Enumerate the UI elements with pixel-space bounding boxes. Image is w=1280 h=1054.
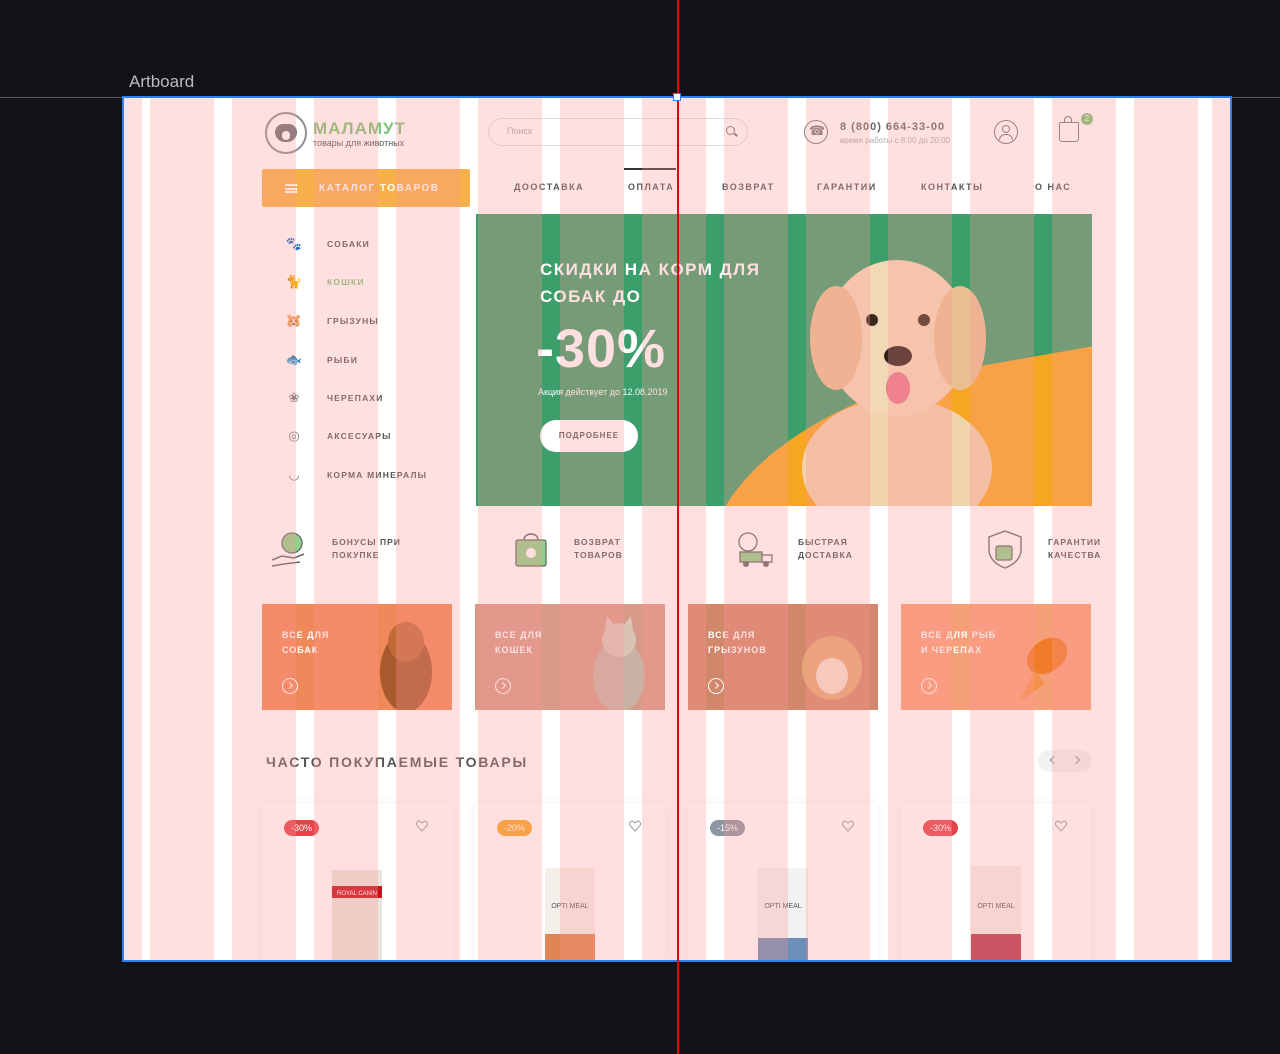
grid-column: [150, 98, 214, 960]
grid-column: [970, 98, 1034, 960]
grid-column: [724, 98, 788, 960]
grid-column: [642, 98, 706, 960]
grid-column: [396, 98, 460, 960]
grid-column: [314, 98, 378, 960]
grid-column: [806, 98, 870, 960]
selection-handle[interactable]: [673, 93, 681, 101]
grid-column: [1134, 98, 1198, 960]
grid-column: [888, 98, 952, 960]
grid-column: [1212, 98, 1230, 960]
artboard-label[interactable]: Artboard: [129, 72, 194, 92]
grid-column: [560, 98, 624, 960]
grid-column: [124, 98, 142, 960]
grid-column: [232, 98, 296, 960]
grid-column: [478, 98, 542, 960]
grid-column: [1052, 98, 1116, 960]
center-guide-line[interactable]: [677, 0, 679, 1054]
